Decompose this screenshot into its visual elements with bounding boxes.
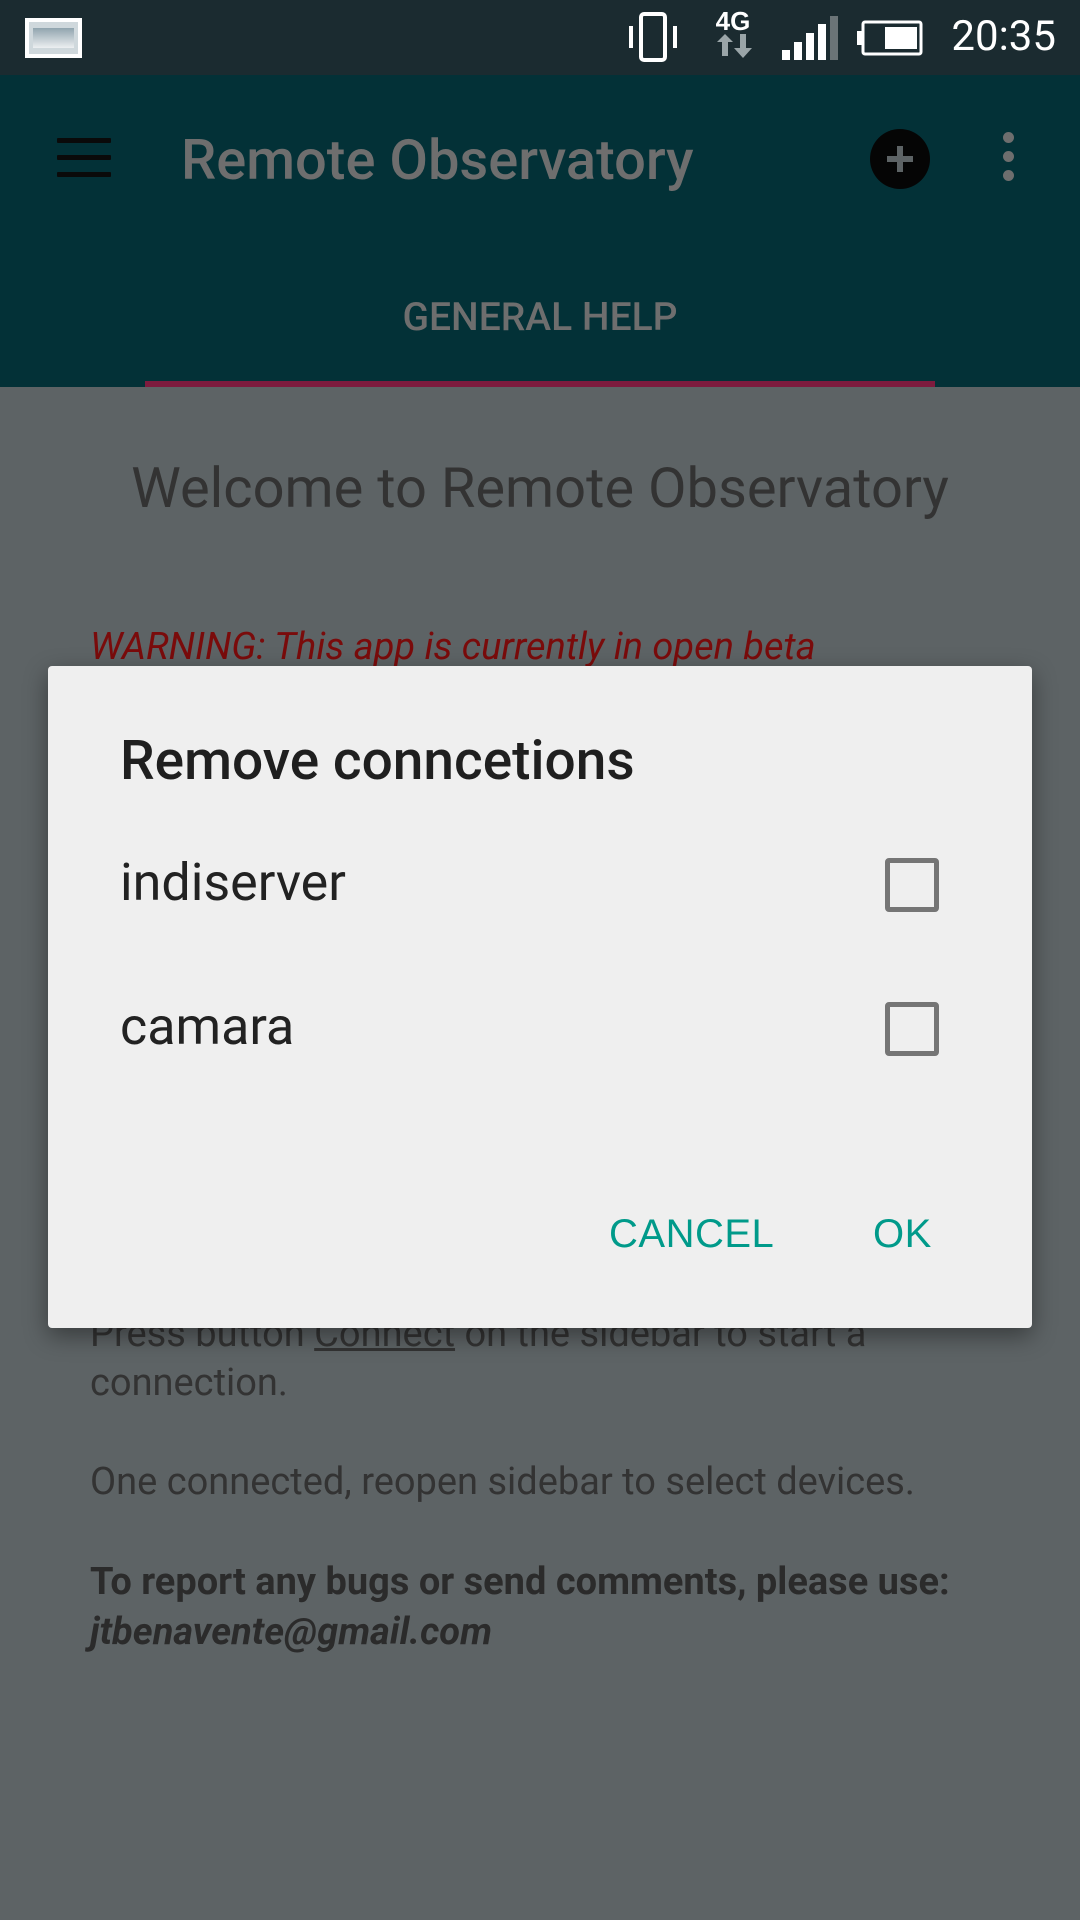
welcome-heading: Welcome to Remote Observatory [131,455,949,521]
app-title: Remote Observatory [181,127,694,193]
add-connection-icon[interactable] [870,129,930,189]
camara-checkbox[interactable] [885,1002,939,1056]
tab-general-help[interactable]: GENERAL HELP [145,276,935,387]
more-options-icon[interactable] [998,132,1018,188]
svg-text:4G: 4G [716,6,751,36]
signal-icon [782,16,838,60]
dialog-title: Remove conncetions [120,729,635,793]
report-bugs-text: To report any bugs or send comments, ple… [90,1557,1010,1657]
ok-button[interactable]: OK [873,1212,932,1257]
status-bar: 4G 20:35 [0,0,1080,75]
option-camara[interactable]: camara [120,976,980,1076]
option-label: camara [120,996,295,1057]
menu-icon[interactable] [57,138,111,178]
beta-warning: WARNING: This app is currently in open b… [90,625,816,669]
4g-icon: 4G [716,6,752,58]
tab-indicator [145,381,935,387]
report-email[interactable]: jtbenavente@gmail.com [90,1610,492,1654]
clock: 20:35 [951,12,1056,61]
vibrate-icon [629,12,677,62]
indiserver-checkbox[interactable] [885,858,939,912]
cancel-button[interactable]: CANCEL [609,1212,774,1257]
option-label: indiserver [120,852,346,913]
device-instruction: One connected, reopen sidebar to select … [90,1460,915,1504]
option-indiserver[interactable]: indiserver [120,832,980,932]
report-prefix: To report any bugs or send comments, ple… [90,1560,950,1604]
tab-label: GENERAL HELP [402,294,678,340]
battery-icon [857,20,923,56]
image-notification-icon [25,18,82,58]
